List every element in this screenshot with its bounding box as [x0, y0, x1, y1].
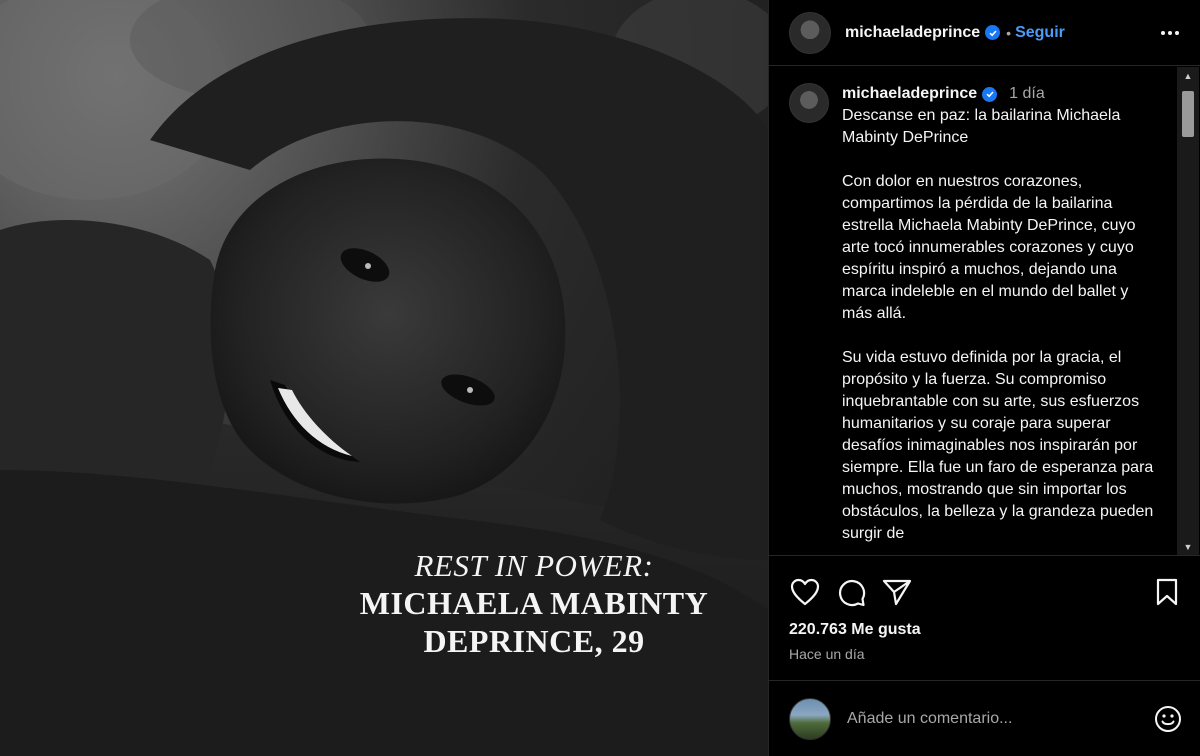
author-avatar[interactable]	[789, 11, 831, 54]
caption-paragraph: Descanse en paz: la bailarina Michaela M…	[842, 107, 1121, 146]
caption-body: michaeladeprince 1 día Descanse en paz: …	[842, 83, 1160, 555]
heart-icon[interactable]	[789, 576, 821, 608]
add-comment-bar	[769, 680, 1200, 756]
follow-button[interactable]: Seguir	[1015, 24, 1065, 42]
caption-username[interactable]: michaeladeprince	[842, 83, 977, 105]
share-icon[interactable]	[881, 576, 913, 608]
current-user-avatar	[789, 697, 831, 740]
scroll-down-arrow-icon[interactable]: ▼	[1177, 538, 1199, 555]
post-image[interactable]: REST IN POWER: MICHAELA MABINTY DEPRINCE…	[0, 0, 768, 756]
comment-input[interactable]	[847, 709, 1153, 728]
post-header: michaeladeprince • Seguir	[769, 0, 1200, 66]
comment-icon[interactable]	[835, 576, 867, 608]
comments-scrollbar[interactable]: ▲ ▼	[1177, 67, 1199, 555]
comments-panel[interactable]: michaeladeprince 1 día Descanse en paz: …	[769, 67, 1200, 556]
emoji-icon[interactable]	[1153, 704, 1183, 734]
image-text-overlay: REST IN POWER: MICHAELA MABINTY DEPRINCE…	[300, 548, 768, 660]
post-timestamp[interactable]: Hace un día	[789, 646, 865, 662]
bookmark-icon[interactable]	[1151, 576, 1183, 608]
more-options-icon[interactable]	[1158, 21, 1182, 45]
overlay-tagline: REST IN POWER:	[414, 548, 654, 583]
post-actions-bar	[769, 570, 1200, 614]
caption-time[interactable]: 1 día	[1009, 83, 1045, 105]
caption-header: michaeladeprince 1 día	[842, 83, 1160, 105]
likes-count[interactable]: 220.763 Me gusta	[789, 621, 921, 639]
verified-badge-icon	[982, 86, 998, 102]
scroll-thumb[interactable]	[1182, 91, 1194, 137]
overlay-name: MICHAELA MABINTY	[359, 585, 709, 621]
caption-comment: michaeladeprince 1 día Descanse en paz: …	[789, 83, 1167, 555]
scroll-up-arrow-icon[interactable]: ▲	[1177, 67, 1199, 85]
verified-badge-icon	[985, 25, 1001, 40]
author-username[interactable]: michaeladeprince	[845, 24, 980, 42]
header-separator: •	[1006, 24, 1012, 41]
caption-author-avatar[interactable]	[789, 83, 829, 123]
caption-paragraph: Con dolor en nuestros corazones, compart…	[842, 173, 1136, 322]
post-sidebar: michaeladeprince • Seguir michaeladeprin…	[768, 0, 1200, 756]
overlay-name-age: DEPRINCE, 29	[423, 623, 645, 659]
caption-paragraph: Su vida estuvo definida por la gracia, e…	[842, 349, 1154, 542]
